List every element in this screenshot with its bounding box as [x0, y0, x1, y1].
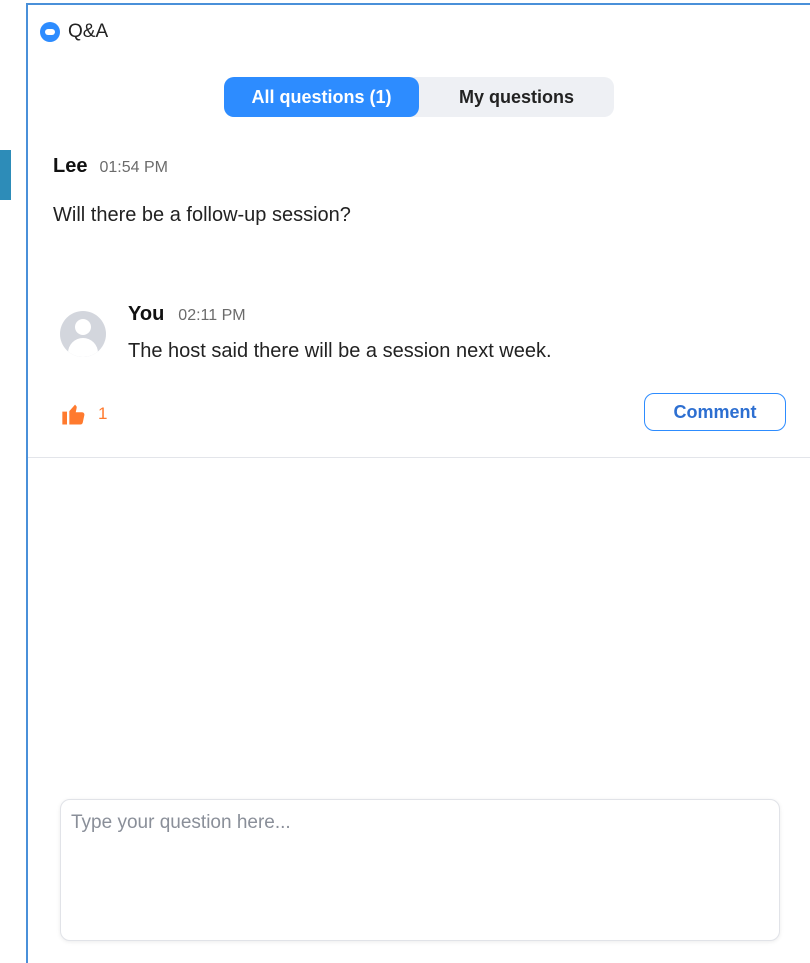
- qa-window: Q&A All questions (1) My questions Lee 0…: [26, 3, 810, 963]
- answer-author: You: [128, 303, 165, 325]
- tab-all-questions[interactable]: All questions (1): [224, 77, 419, 117]
- zoom-logo-icon: [40, 22, 60, 42]
- left-edge-accent: [0, 150, 11, 200]
- title-bar: Q&A: [40, 21, 108, 43]
- question-item: Lee 01:54 PM Will there be a follow-up s…: [53, 155, 783, 227]
- section-divider: [28, 457, 810, 458]
- like-count: 1: [98, 404, 108, 423]
- answer-header: You 02:11 PM: [128, 303, 552, 326]
- question-header: Lee 01:54 PM: [53, 155, 783, 178]
- question-author: Lee: [53, 155, 88, 177]
- answer-body: You 02:11 PM The host said there will be…: [128, 303, 552, 363]
- question-text: Will there be a follow-up session?: [53, 204, 351, 226]
- answer-item: You 02:11 PM The host said there will be…: [60, 303, 760, 363]
- tab-my-questions[interactable]: My questions: [419, 77, 614, 117]
- question-time: 01:54 PM: [99, 159, 168, 176]
- question-tabs: All questions (1) My questions: [224, 77, 614, 117]
- answer-text: The host said there will be a session ne…: [128, 340, 552, 362]
- answer-time: 02:11 PM: [178, 307, 246, 324]
- question-input-box: [60, 799, 780, 941]
- window-title: Q&A: [68, 21, 109, 42]
- user-avatar-icon: [60, 311, 106, 357]
- thumbs-up-icon[interactable]: [60, 400, 88, 428]
- like-row: 1: [60, 400, 107, 428]
- question-input[interactable]: [61, 800, 779, 940]
- comment-button[interactable]: Comment: [644, 393, 786, 431]
